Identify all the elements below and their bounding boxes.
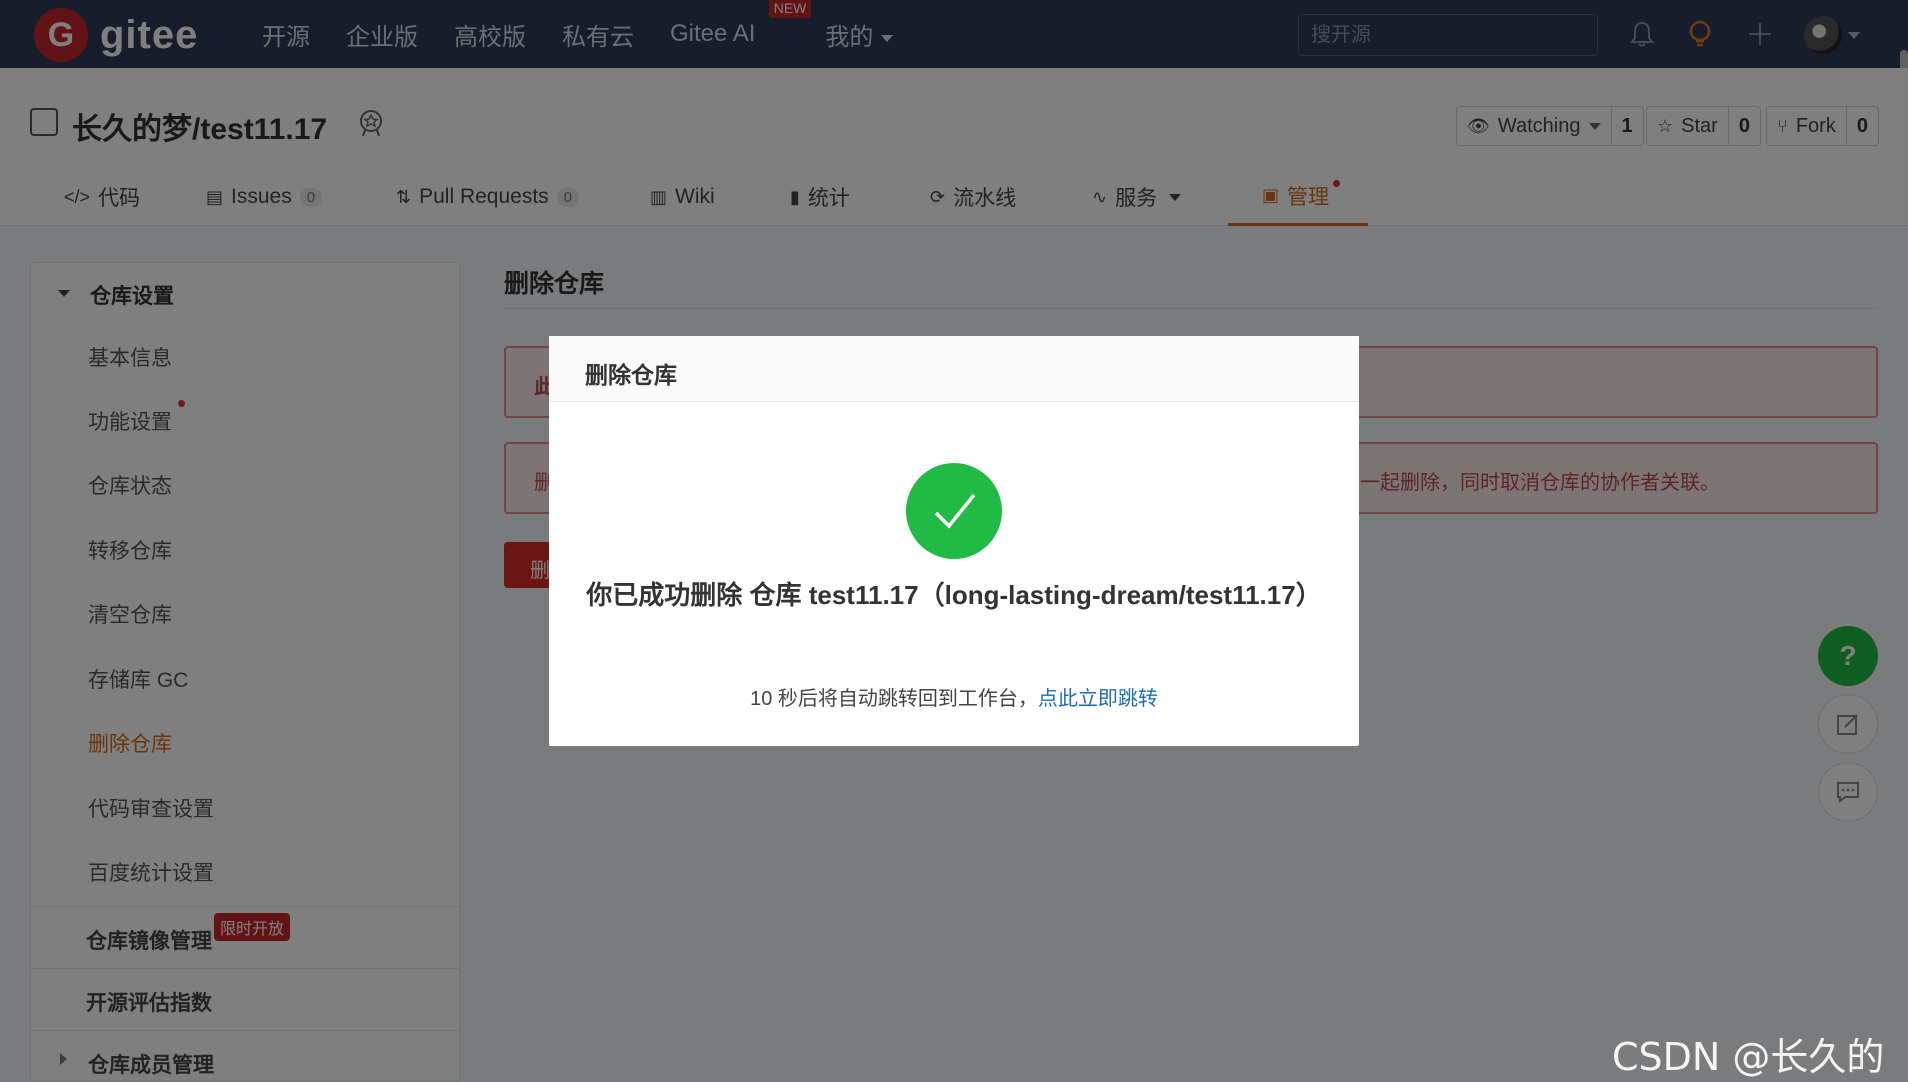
success-message: 你已成功删除 仓库 test11.17（long-lasting-dream/t… — [586, 580, 1322, 610]
redirect-notice: 10 秒后将自动跳转回到工作台，点此立即跳转 — [549, 682, 1359, 711]
success-check-icon — [906, 463, 1002, 559]
modal-header: 删除仓库 — [549, 336, 1359, 402]
redirect-notice-text: 10 秒后将自动跳转回到工作台， — [750, 688, 1038, 710]
redirect-now-link[interactable]: 点此立即跳转 — [1038, 688, 1158, 710]
delete-success-modal: 删除仓库 你已成功删除 仓库 test11.17（long-lasting-dr… — [549, 336, 1359, 746]
modal-title: 删除仓库 — [585, 362, 677, 388]
csdn-watermark: CSDN @长久的梦 — [1612, 1035, 1885, 1079]
